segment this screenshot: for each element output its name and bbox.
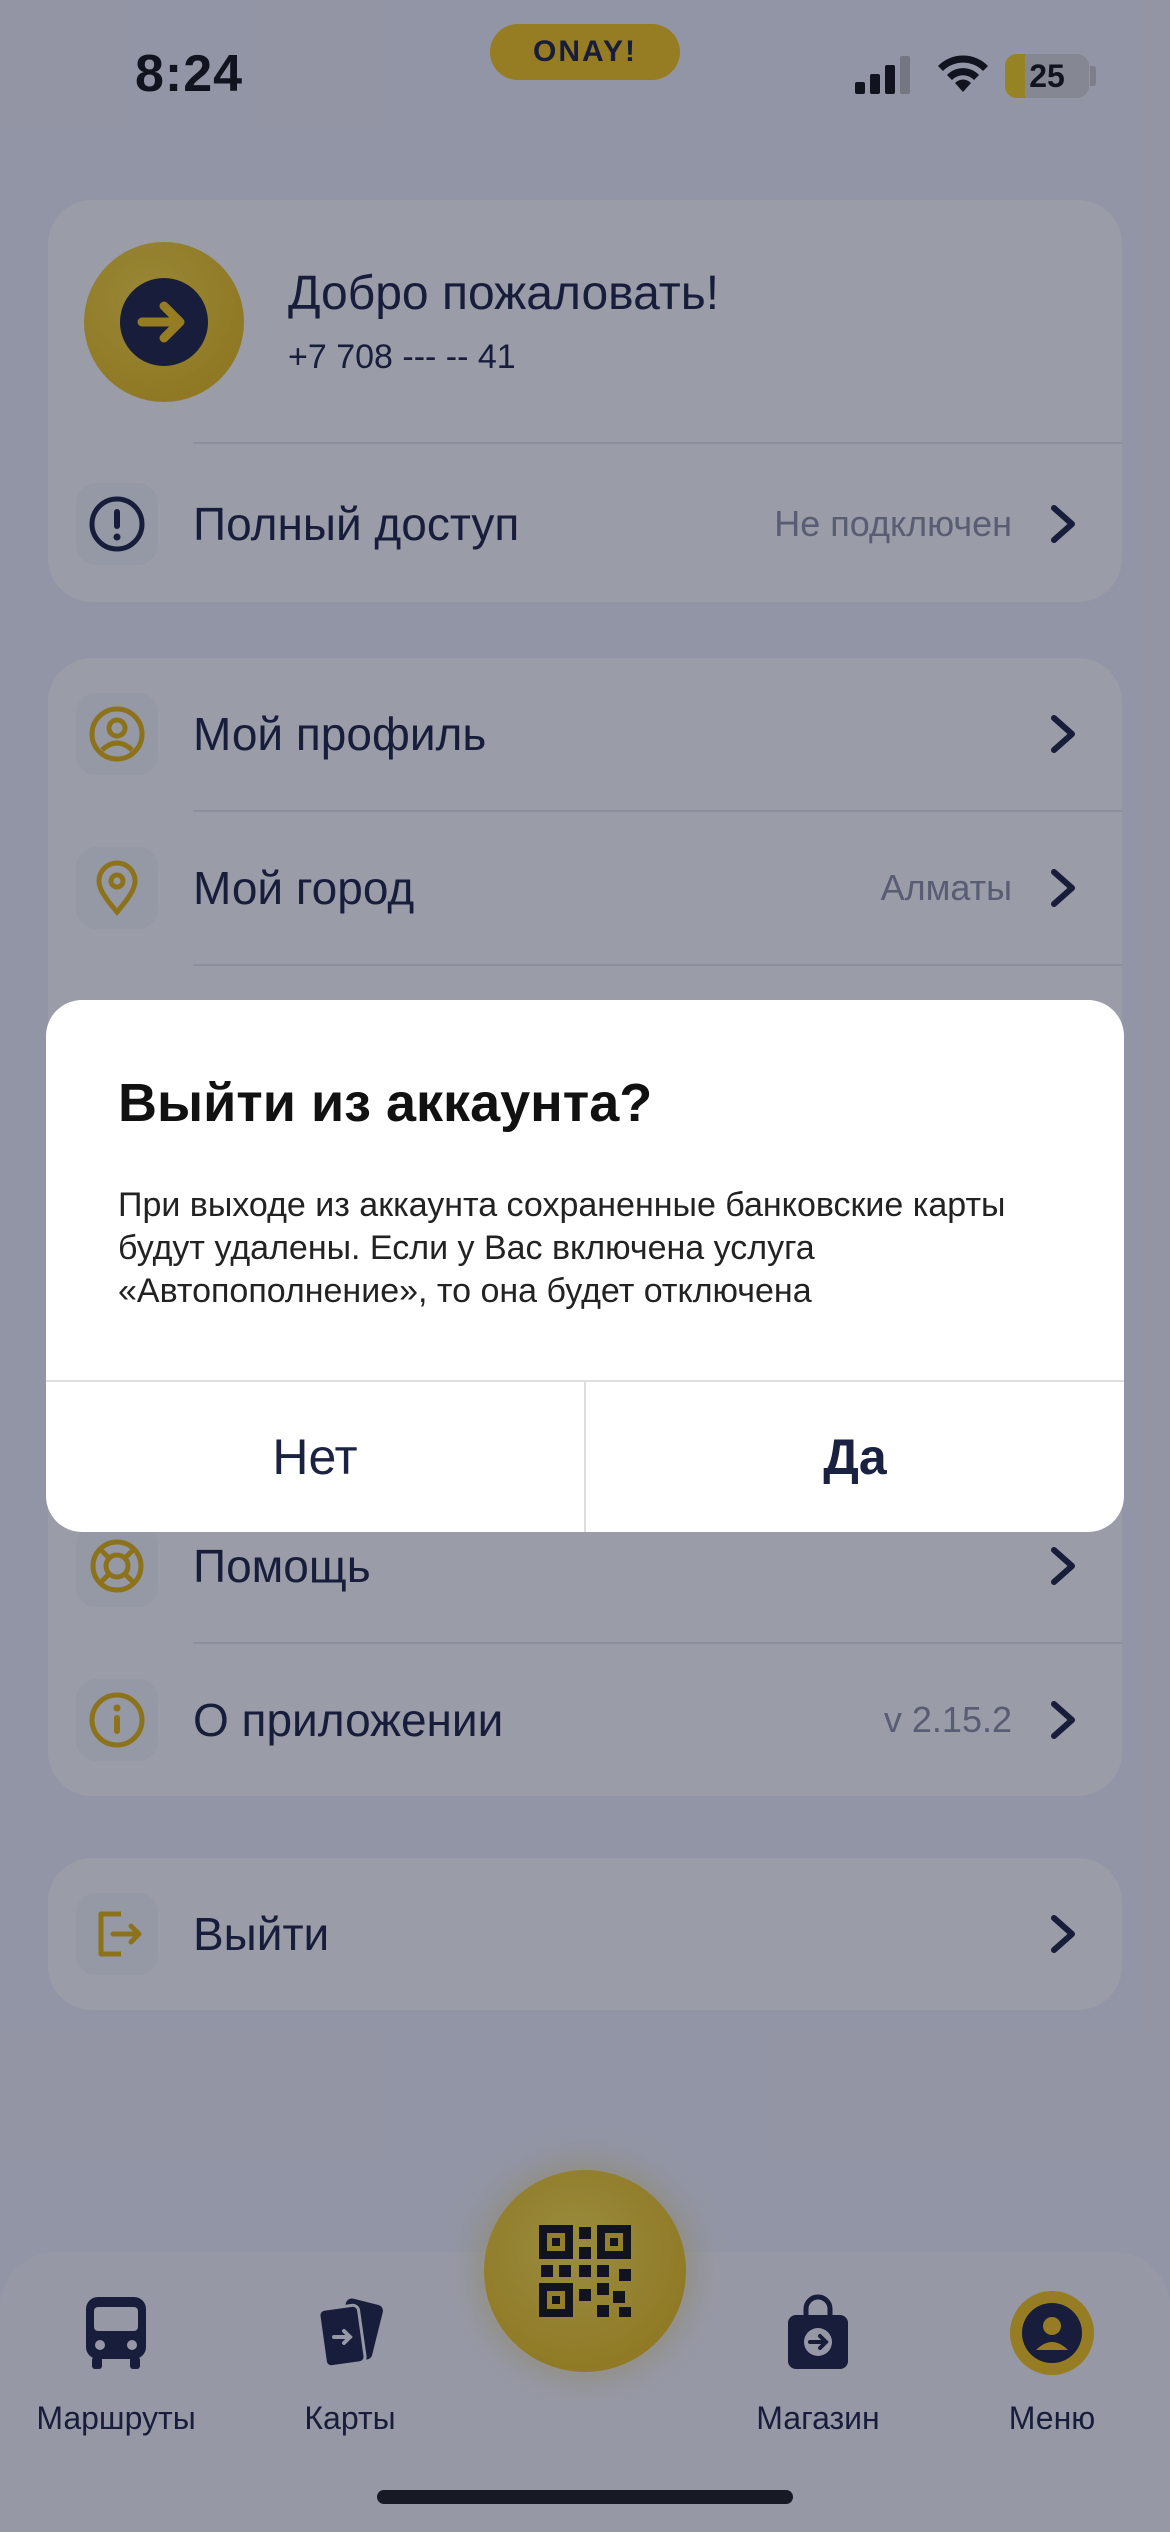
dialog-yes-button[interactable]: Да [586,1382,1124,1532]
dialog-title: Выйти из аккаунта? [118,1073,653,1133]
dialog-message: При выходе из аккаунта сохраненные банко… [118,1186,1006,1310]
logout-confirm-dialog: Выйти из аккаунта? При выходе из аккаунт… [46,1000,1124,1532]
dialog-no-button[interactable]: Нет [46,1382,584,1532]
